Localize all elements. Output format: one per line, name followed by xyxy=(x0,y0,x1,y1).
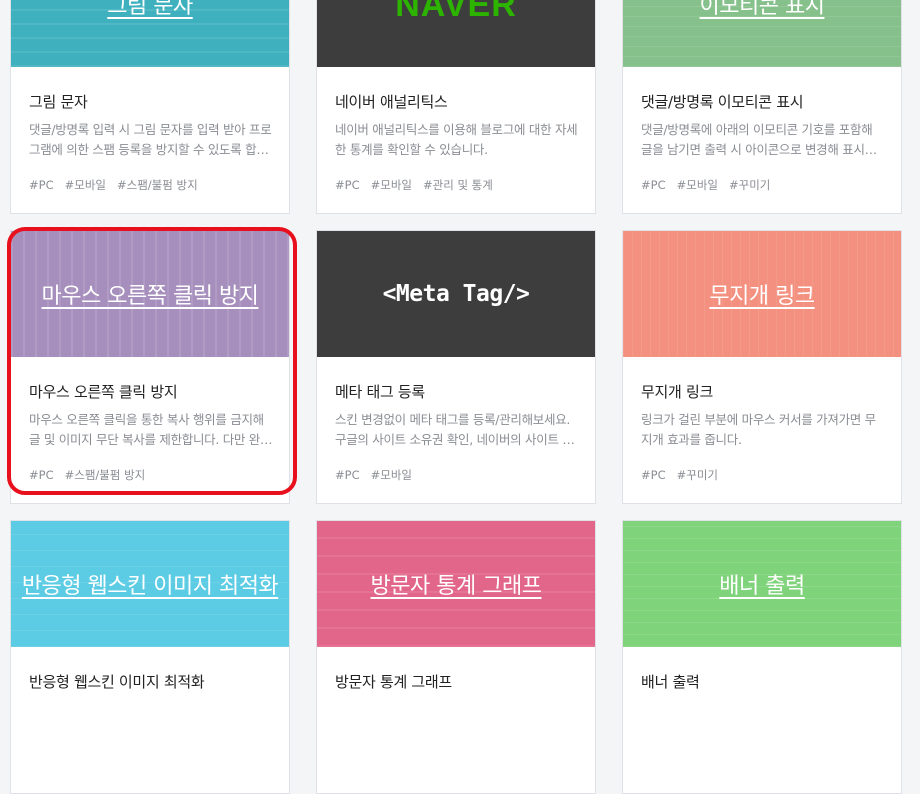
card-title[interactable]: 무지개 링크 xyxy=(641,381,713,402)
card-thumbnail[interactable]: NAVER xyxy=(317,0,595,67)
plugin-card-right-click-block[interactable]: 마우스 오른쪽 클릭 방지 마우스 오른쪽 클릭 방지 마우스 오른쪽 클릭을 … xyxy=(10,230,290,504)
card-thumbnail[interactable]: 그림 문자 xyxy=(11,0,289,67)
plugin-card-rainbow-link[interactable]: 무지개 링크 무지개 링크 링크가 걸린 부분에 마우스 커서를 가져가면 무지… xyxy=(622,230,902,504)
card-thumbnail[interactable]: 반응형 웹스킨 이미지 최적화 xyxy=(11,521,289,647)
tag[interactable]: #PC xyxy=(29,178,54,192)
card-thumbnail[interactable]: 무지개 링크 xyxy=(623,231,901,357)
tag[interactable]: #스팸/불펌 방지 xyxy=(65,468,146,482)
thumbnail-label: 이모티콘 표시 xyxy=(699,0,825,19)
thumbnail-label: 방문자 통계 그래프 xyxy=(370,574,542,599)
card-title[interactable]: 배너 출력 xyxy=(641,671,700,692)
thumbnail-label: 그림 문자 xyxy=(107,0,193,19)
tag[interactable]: #모바일 xyxy=(677,178,718,192)
tag[interactable]: #모바일 xyxy=(65,178,106,192)
card-tags: #PC #모바일 #꾸미기 xyxy=(641,177,781,193)
plugin-card-picture-text[interactable]: 그림 문자 그림 문자 댓글/방명록 입력 시 그림 문자를 입력 받아 프로그… xyxy=(10,0,290,214)
card-title[interactable]: 메타 태그 등록 xyxy=(335,381,425,402)
thumbnail-label: <Meta Tag/> xyxy=(382,281,530,307)
card-thumbnail[interactable]: 이모티콘 표시 xyxy=(623,0,901,67)
card-tags: #PC #모바일 #스팸/불펌 방지 xyxy=(29,177,209,193)
card-title[interactable]: 네이버 애널리틱스 xyxy=(335,91,448,112)
thumbnail-label: 무지개 링크 xyxy=(709,284,815,309)
plugin-card-responsive-image[interactable]: 반응형 웹스킨 이미지 최적화 반응형 웹스킨 이미지 최적화 xyxy=(10,520,290,794)
tag[interactable]: #PC xyxy=(335,178,360,192)
tag[interactable]: #관리 및 통계 xyxy=(423,178,493,192)
tag[interactable]: #꾸미기 xyxy=(677,468,718,482)
card-title[interactable]: 반응형 웹스킨 이미지 최적화 xyxy=(29,671,205,692)
card-description: 마우스 오른쪽 클릭을 통한 복사 행위를 금지해 글 및 이미지 무단 복사를… xyxy=(29,412,272,447)
plugin-card-meta-tag[interactable]: <Meta Tag/> 메타 태그 등록 스킨 변경없이 메타 태그를 등록/관… xyxy=(316,230,596,504)
card-description: 스킨 변경없이 메타 태그를 등록/관리해보세요. 구글의 사이트 소유권 확인… xyxy=(335,412,574,447)
card-description: 댓글/방명록 입력 시 그림 문자를 입력 받아 프로그램에 의한 스팸 등록을… xyxy=(29,122,272,157)
plugin-card-visitor-graph[interactable]: 방문자 통계 그래프 방문자 통계 그래프 xyxy=(316,520,596,794)
tag[interactable]: #PC xyxy=(641,178,666,192)
card-thumbnail[interactable]: 마우스 오른쪽 클릭 방지 xyxy=(11,231,289,357)
card-tags: #PC #모바일 xyxy=(335,467,423,483)
tag[interactable]: #스팸/불펌 방지 xyxy=(117,178,198,192)
card-thumbnail[interactable]: 방문자 통계 그래프 xyxy=(317,521,595,647)
card-description: 네이버 애널리틱스를 이용해 블로그에 대한 자세한 통계를 확인할 수 있습니… xyxy=(335,122,578,157)
tag[interactable]: #꾸미기 xyxy=(729,178,770,192)
plugin-card-naver-analytics[interactable]: NAVER 네이버 애널리틱스 네이버 애널리틱스를 이용해 블로그에 대한 자… xyxy=(316,0,596,214)
tag[interactable]: #PC xyxy=(335,468,360,482)
card-thumbnail[interactable]: <Meta Tag/> xyxy=(317,231,595,357)
tag[interactable]: #PC xyxy=(641,468,666,482)
plugin-card-banner[interactable]: 배너 출력 배너 출력 xyxy=(622,520,902,794)
card-description: 댓글/방명록에 아래의 이모티콘 기호를 포함해 글을 남기면 출력 시 아이콘… xyxy=(641,122,876,157)
card-tags: #PC #스팸/불펌 방지 xyxy=(29,467,156,483)
thumbnail-label: 반응형 웹스킨 이미지 최적화 xyxy=(21,574,279,599)
card-thumbnail[interactable]: 배너 출력 xyxy=(623,521,901,647)
tag[interactable]: #모바일 xyxy=(371,178,412,192)
plugin-card-emoticon[interactable]: 이모티콘 표시 댓글/방명록 이모티콘 표시 댓글/방명록에 아래의 이모티콘 … xyxy=(622,0,902,214)
tag[interactable]: #모바일 xyxy=(371,468,412,482)
card-title[interactable]: 마우스 오른쪽 클릭 방지 xyxy=(29,381,178,402)
card-title[interactable]: 방문자 통계 그래프 xyxy=(335,671,452,692)
card-title[interactable]: 댓글/방명록 이모티콘 표시 xyxy=(641,91,804,112)
thumbnail-label: 마우스 오른쪽 클릭 방지 xyxy=(41,284,259,309)
tag[interactable]: #PC xyxy=(29,468,54,482)
card-tags: #PC #꾸미기 xyxy=(641,467,729,483)
card-description: 링크가 걸린 부분에 마우스 커서를 가져가면 무지개 효과를 줍니다. xyxy=(641,412,876,447)
naver-logo: NAVER xyxy=(395,0,517,24)
thumbnail-label: 배너 출력 xyxy=(719,574,805,599)
card-title[interactable]: 그림 문자 xyxy=(29,91,88,112)
card-tags: #PC #모바일 #관리 및 통계 xyxy=(335,177,504,193)
